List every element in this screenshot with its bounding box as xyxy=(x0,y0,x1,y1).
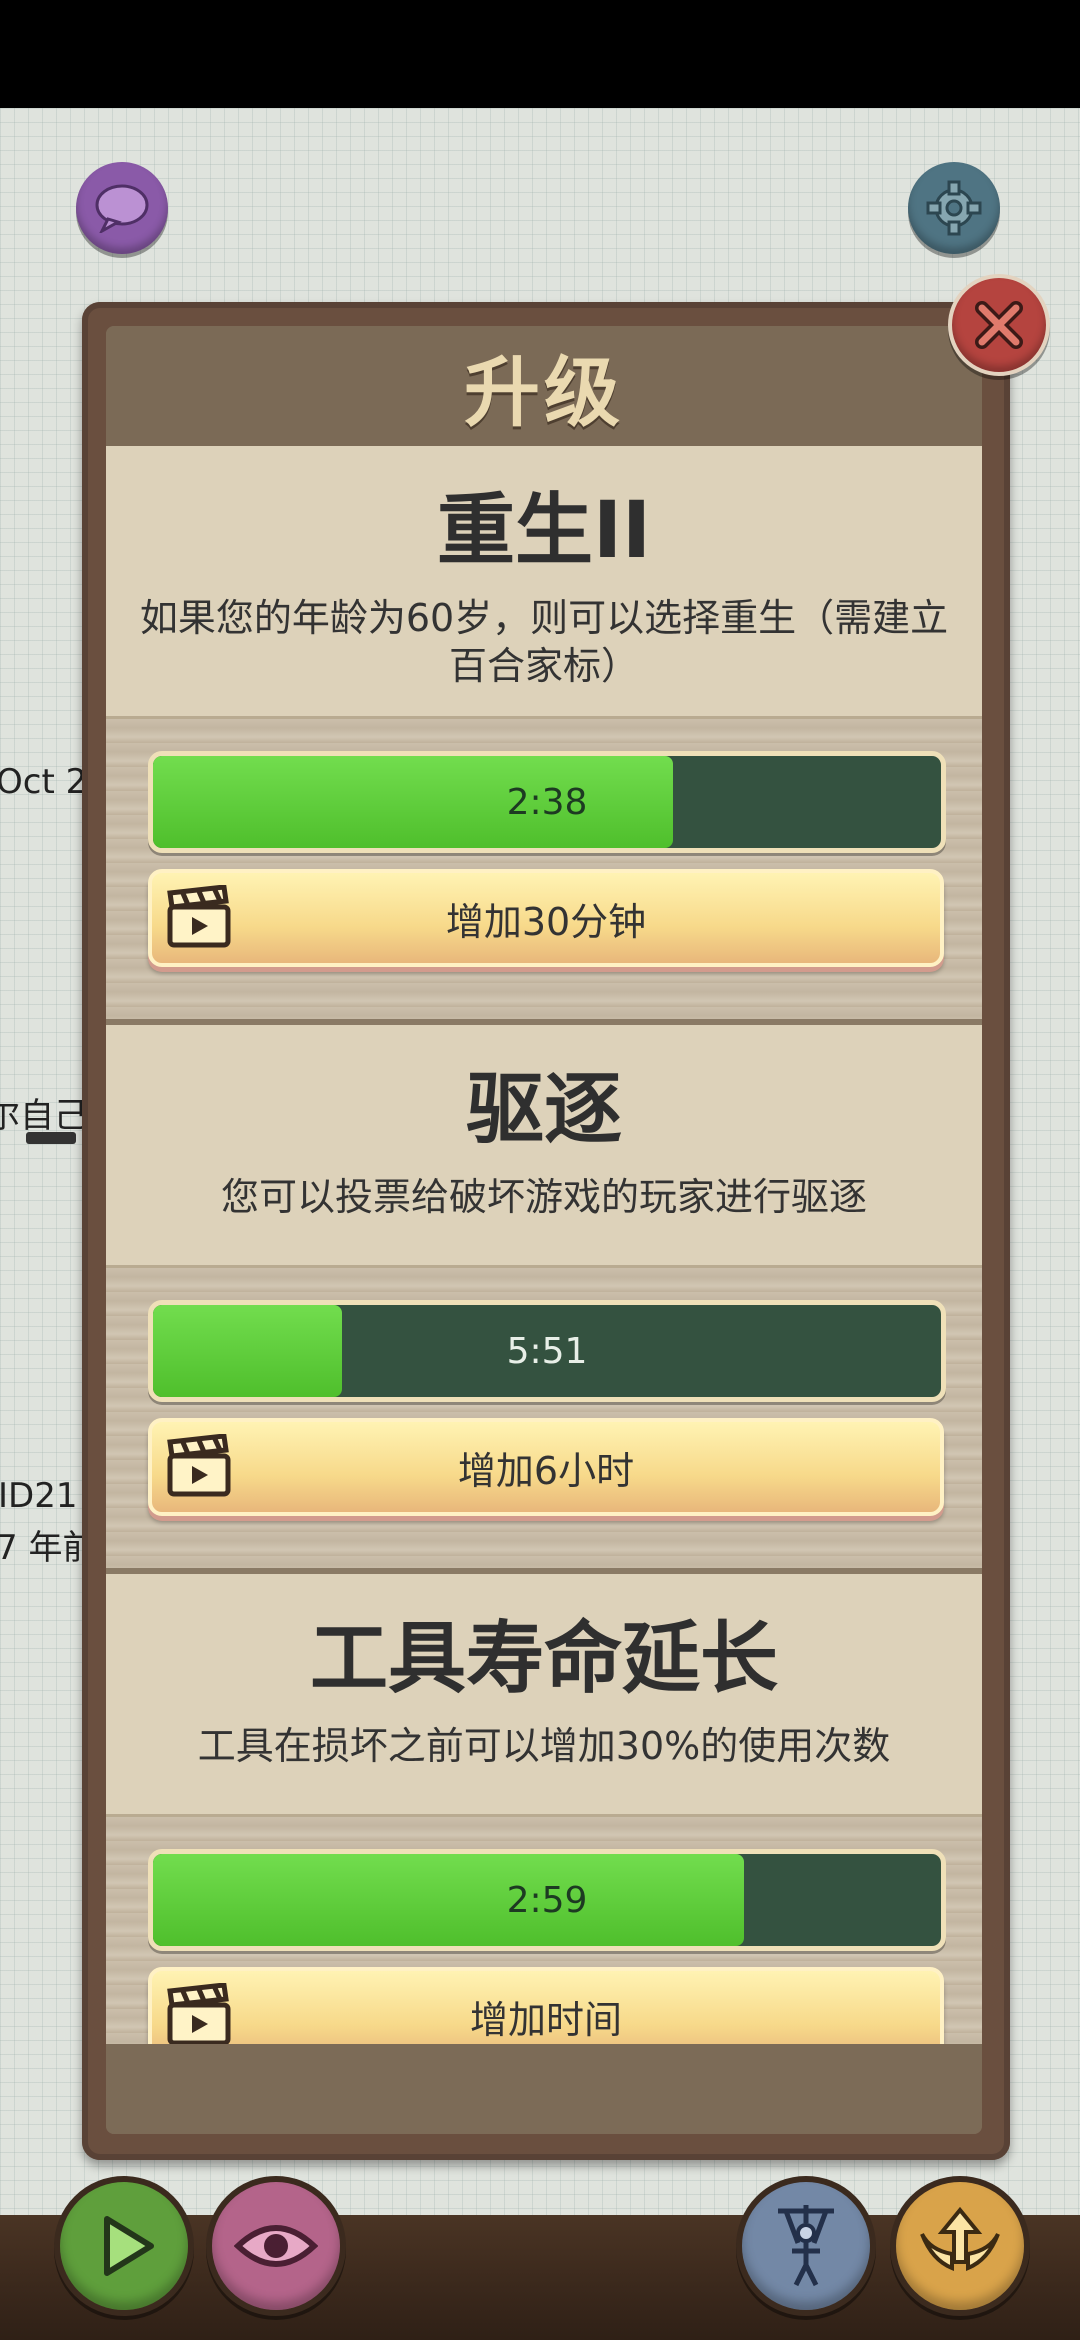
upgrade-dialog: 升级 重生II 如果您的年龄为60岁，则可以选择重生（需建立百合家标） 2:38 xyxy=(106,326,982,2134)
progress-bar: 2:59 xyxy=(148,1849,946,1951)
background-arrow xyxy=(26,1132,76,1144)
add-time-label: 增加30分钟 xyxy=(445,899,647,944)
winged-arrow-icon xyxy=(920,2206,1000,2271)
dialog-title: 升级 xyxy=(464,348,624,437)
puppet-icon xyxy=(778,2205,834,2287)
play-icon xyxy=(104,2216,154,2276)
watch-button[interactable] xyxy=(206,2176,346,2316)
timer-text: 5:51 xyxy=(506,1330,588,1372)
upgrade-card-kick: 驱逐 您可以投票给破坏游戏的玩家进行驱逐 5:51 增加6小时 xyxy=(106,1025,982,1574)
upgrade-list[interactable]: 重生II 如果您的年龄为60岁，则可以选择重生（需建立百合家标） 2:38 增加… xyxy=(106,446,982,2044)
background-text: Oct 2 xyxy=(0,762,88,802)
add-time-button[interactable]: 增加时间 xyxy=(148,1967,944,2044)
timer-text: 2:38 xyxy=(506,781,588,823)
progress-bar: 5:51 xyxy=(148,1300,946,1402)
puppet-button[interactable] xyxy=(736,2176,876,2316)
upgrade-card-tool-life: 工具寿命延长 工具在损坏之前可以增加30%的使用次数 2:59 增加时间 xyxy=(106,1574,982,2044)
background-text: ID21 xyxy=(0,1476,78,1516)
add-time-label: 增加6小时 xyxy=(457,1448,635,1493)
settings-button[interactable] xyxy=(908,162,1000,254)
upgrade-description: 如果您的年龄为60岁，则可以选择重生（需建立百合家标） xyxy=(139,596,949,688)
chat-bubble-icon xyxy=(95,184,149,233)
upgrade-controls: 5:51 增加6小时 xyxy=(106,1268,982,1574)
dialog-header: 升级 xyxy=(106,326,982,446)
progress-bar: 2:38 xyxy=(148,751,946,853)
chat-button[interactable] xyxy=(76,162,168,254)
upgrade-card-rebirth: 重生II 如果您的年龄为60岁，则可以选择重生（需建立百合家标） 2:38 增加… xyxy=(106,446,982,1025)
upgrade-title: 工具寿命延长 xyxy=(309,1614,778,1704)
close-icon xyxy=(975,301,1023,349)
upgrade-description: 您可以投票给破坏游戏的玩家进行驱逐 xyxy=(220,1175,867,1219)
eye-icon xyxy=(234,2225,318,2267)
upgrade-description: 工具在损坏之前可以增加30%的使用次数 xyxy=(197,1724,891,1768)
upgrade-title: 重生II xyxy=(436,486,652,576)
add-time-button[interactable]: 增加6小时 xyxy=(148,1418,944,1516)
upgrade-button[interactable] xyxy=(890,2176,1030,2316)
upgrade-controls: 2:59 增加时间 xyxy=(106,1817,982,2044)
upgrade-controls: 2:38 增加30分钟 xyxy=(106,719,982,1025)
play-button[interactable] xyxy=(54,2176,194,2316)
timer-text: 2:59 xyxy=(506,1879,588,1921)
gear-icon xyxy=(926,180,982,236)
upgrade-title: 驱逐 xyxy=(465,1065,622,1155)
close-button[interactable] xyxy=(948,274,1050,376)
status-bar xyxy=(0,0,1080,108)
background-text: 尔自己 xyxy=(0,1096,88,1136)
add-time-label: 增加时间 xyxy=(469,1997,622,2042)
add-time-button[interactable]: 增加30分钟 xyxy=(148,869,944,967)
dialog-footer xyxy=(106,2044,982,2134)
